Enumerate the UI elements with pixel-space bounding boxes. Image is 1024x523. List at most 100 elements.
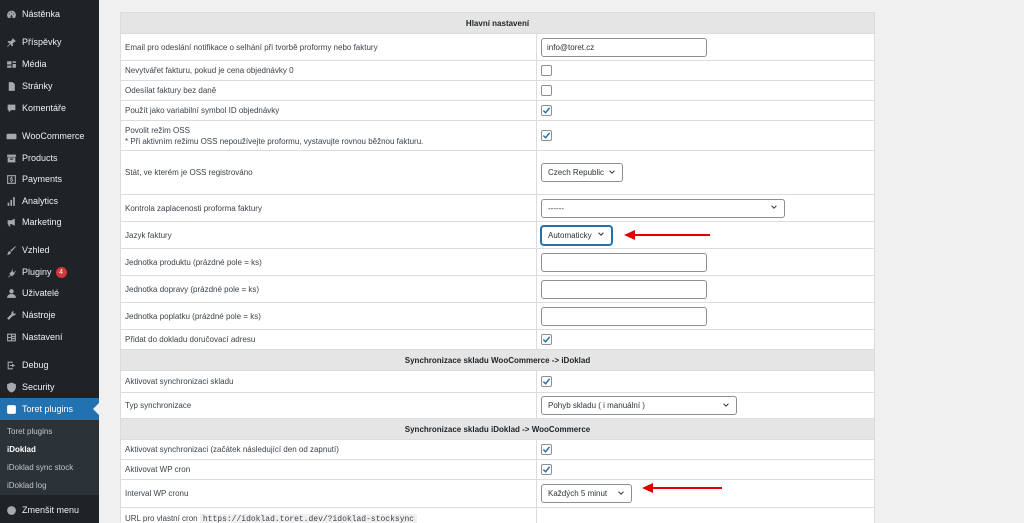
proforma-check-label: Kontrola zaplacenosti proforma faktury bbox=[120, 194, 537, 222]
sidebar-item-label: Products bbox=[22, 153, 58, 163]
sidebar-item-comments[interactable]: Komentáře bbox=[0, 97, 99, 119]
annotation-arrow-cron-interval bbox=[642, 483, 722, 493]
sidebar-item-media[interactable]: Média bbox=[0, 53, 99, 75]
cron-url-label: URL pro vlastní cron bbox=[125, 513, 198, 523]
user-icon bbox=[5, 287, 18, 300]
sidebar-item-tools[interactable]: Nástroje bbox=[0, 304, 99, 326]
sidebar-item-label: Komentáře bbox=[22, 103, 67, 113]
oss-checkbox[interactable] bbox=[541, 130, 552, 141]
debug-icon bbox=[5, 359, 18, 372]
sidebar-item-label: Vzhled bbox=[22, 245, 50, 255]
collapse-menu-button[interactable]: Zmenšit menu bbox=[0, 499, 99, 521]
sidebar-item-label: Analytics bbox=[22, 196, 59, 206]
woo-icon bbox=[5, 130, 18, 143]
sidebar-item-label: Marketing bbox=[22, 217, 62, 227]
archive-icon bbox=[5, 152, 18, 165]
submenu-item-idoklad-log[interactable]: iDoklad log bbox=[7, 481, 47, 490]
delivery-address-checkbox[interactable] bbox=[541, 334, 552, 345]
sidebar-item-appearance[interactable]: Vzhled bbox=[0, 239, 99, 261]
section-header-sync-idoklad: Synchronizace skladu iDoklad -> WooComme… bbox=[120, 418, 875, 440]
sidebar-item-label: Stránky bbox=[22, 81, 53, 91]
delivery-address-label: Přidat do dokladu doručovací adresu bbox=[120, 329, 537, 350]
no-invoice-zero-checkbox[interactable] bbox=[541, 65, 552, 76]
proforma-check-select[interactable]: ------ bbox=[541, 198, 785, 218]
collapse-icon bbox=[5, 504, 18, 517]
sidebar-item-security[interactable]: Security bbox=[0, 376, 99, 398]
sidebar-item-products[interactable]: Products bbox=[0, 147, 99, 169]
sync-id-enable-checkbox[interactable] bbox=[541, 444, 552, 455]
language-select[interactable]: Automaticky bbox=[541, 225, 612, 245]
checkmark-icon bbox=[542, 336, 551, 343]
shield-icon bbox=[5, 381, 18, 394]
shipping-unit-field[interactable] bbox=[541, 279, 707, 299]
toret-submenu: Toret plugins iDoklad iDoklad sync stock… bbox=[0, 420, 99, 495]
sidebar-item-label: Security bbox=[22, 382, 55, 392]
megaphone-icon bbox=[5, 216, 18, 229]
sidebar-item-payments[interactable]: Payments bbox=[0, 168, 99, 190]
sidebar-item-dashboard[interactable]: Nástěnka bbox=[0, 3, 99, 25]
wrench-icon bbox=[5, 309, 18, 322]
submenu-item-toret-plugins[interactable]: Toret plugins bbox=[7, 427, 52, 436]
dashboard-icon bbox=[5, 8, 18, 21]
language-label: Jazyk faktury bbox=[120, 221, 537, 249]
email-label: Email pro odeslání notifikace o selhání … bbox=[120, 33, 537, 61]
sidebar-item-label: Nástěnka bbox=[22, 9, 61, 19]
plugins-update-badge: 4 bbox=[55, 266, 67, 278]
fee-unit-label: Jednotka poplatku (prázdné pole = ks) bbox=[120, 302, 537, 330]
sync-type-value: Pohyb skladu ( i manuální ) bbox=[548, 401, 645, 410]
sidebar-item-label: Média bbox=[22, 59, 47, 69]
wp-cron-checkbox[interactable] bbox=[541, 464, 552, 475]
checkmark-icon bbox=[542, 446, 551, 453]
sidebar-item-label: Toret plugins bbox=[22, 404, 74, 414]
variable-symbol-label: Použít jako variabilní symbol ID objedná… bbox=[120, 100, 537, 121]
checkmark-icon bbox=[542, 466, 551, 473]
sidebar-item-marketing[interactable]: Marketing bbox=[0, 211, 99, 233]
annotation-arrow-language bbox=[624, 230, 710, 240]
oss-country-select[interactable]: Czech Republic bbox=[541, 163, 623, 182]
submenu-item-idoklad[interactable]: iDoklad bbox=[7, 445, 36, 454]
sync-wc-enable-label: Aktivovat synchronizaci skladu bbox=[120, 370, 537, 393]
section-header-main: Hlavní nastavení bbox=[120, 12, 875, 34]
wp-cron-label: Aktivovat WP cron bbox=[120, 459, 537, 480]
toret-icon bbox=[5, 403, 18, 416]
sync-wc-enable-checkbox[interactable] bbox=[541, 376, 552, 387]
admin-sidebar: Nástěnka Příspěvky Média Stránky Komentá… bbox=[0, 0, 99, 523]
sidebar-item-settings[interactable]: Nastavení bbox=[0, 326, 99, 348]
no-tax-checkbox[interactable] bbox=[541, 85, 552, 96]
sidebar-item-label: Debug bbox=[22, 360, 49, 370]
chevron-down-icon bbox=[770, 203, 778, 213]
sidebar-item-toret-plugins[interactable]: Toret plugins bbox=[0, 398, 99, 420]
no-tax-label: Odesílat faktury bez daně bbox=[120, 80, 537, 101]
checkmark-icon bbox=[542, 378, 551, 385]
sync-type-select[interactable]: Pohyb skladu ( i manuální ) bbox=[541, 396, 737, 415]
sidebar-item-woocommerce[interactable]: WooCommerce bbox=[0, 125, 99, 147]
checkmark-icon bbox=[542, 107, 551, 114]
sidebar-item-label: Nástroje bbox=[22, 310, 56, 320]
oss-country-label: Stát, ve kterém je OSS registrováno bbox=[120, 150, 537, 195]
email-field[interactable]: info@toret.cz bbox=[541, 37, 707, 57]
sidebar-item-label: Nastavení bbox=[22, 332, 63, 342]
oss-note: * Při aktivním režimu OSS nepoužívejte p… bbox=[125, 136, 424, 146]
bar-chart-icon bbox=[5, 195, 18, 208]
sidebar-item-label: Příspěvky bbox=[22, 37, 62, 47]
sidebar-item-label: Pluginy bbox=[22, 267, 52, 277]
checkmark-icon bbox=[542, 132, 551, 139]
product-unit-field[interactable] bbox=[541, 252, 707, 272]
oss-label: Povolit režim OSS bbox=[125, 125, 190, 135]
no-invoice-zero-label: Nevytvářet fakturu, pokud je cena objedn… bbox=[120, 60, 537, 81]
active-arrow bbox=[93, 403, 99, 415]
submenu-item-idoklad-sync-stock[interactable]: iDoklad sync stock bbox=[7, 463, 73, 472]
sidebar-item-users[interactable]: Uživatelé bbox=[0, 282, 99, 304]
proforma-check-value: ------ bbox=[548, 203, 564, 213]
cron-interval-select[interactable]: Každých 5 minut bbox=[541, 484, 632, 503]
brush-icon bbox=[5, 244, 18, 257]
product-unit-label: Jednotka produktu (prázdné pole = ks) bbox=[120, 248, 537, 276]
sidebar-item-posts[interactable]: Příspěvky bbox=[0, 31, 99, 53]
variable-symbol-checkbox[interactable] bbox=[541, 105, 552, 116]
sidebar-item-analytics[interactable]: Analytics bbox=[0, 190, 99, 212]
sidebar-item-plugins[interactable]: Pluginy 4 bbox=[0, 261, 99, 283]
sidebar-item-pages[interactable]: Stránky bbox=[0, 75, 99, 97]
settings-content: Hlavní nastavení Email pro odeslání noti… bbox=[120, 12, 875, 523]
sidebar-item-debug[interactable]: Debug bbox=[0, 354, 99, 376]
fee-unit-field[interactable] bbox=[541, 306, 707, 326]
